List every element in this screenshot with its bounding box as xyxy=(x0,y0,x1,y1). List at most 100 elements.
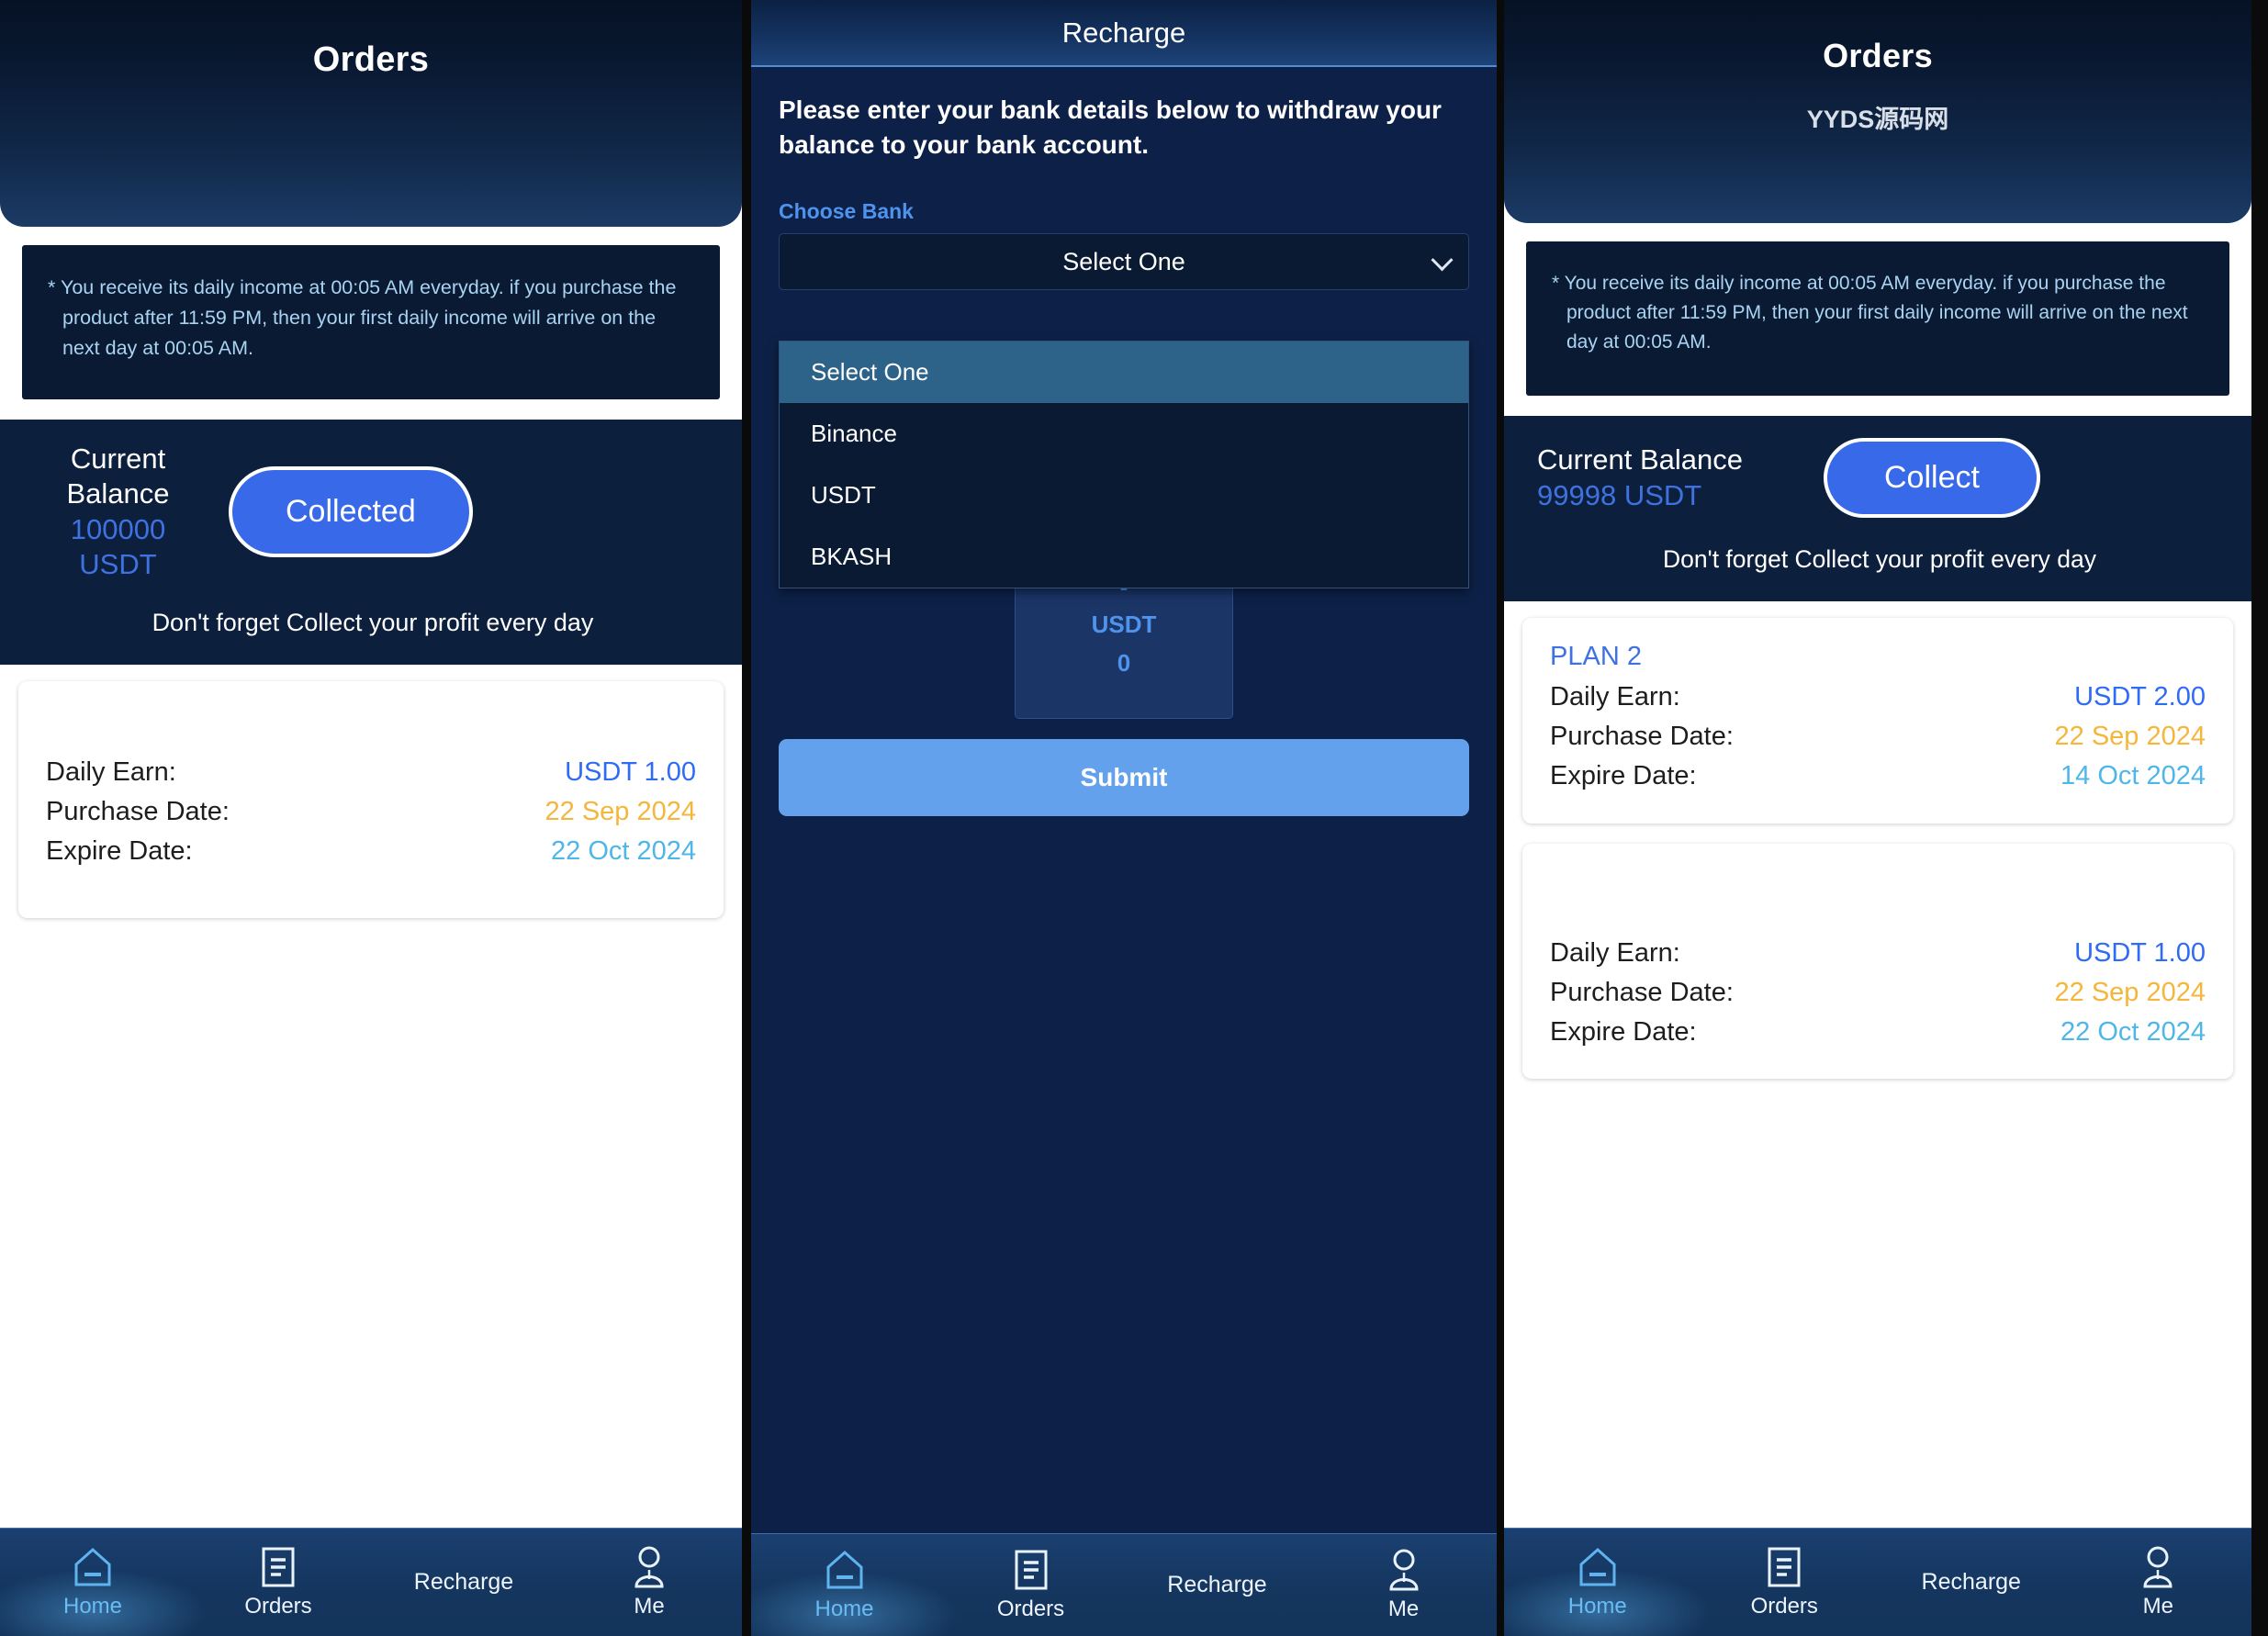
bank-select[interactable]: Select One xyxy=(779,233,1469,291)
plan-expire-date-value: 22 Oct 2024 xyxy=(2060,1016,2206,1047)
nav-label-home: Home xyxy=(62,1593,123,1619)
nav-label-me: Me xyxy=(2142,1593,2173,1619)
notice-area: * You receive its daily income at 00:05 … xyxy=(1504,223,2251,416)
bank-select-value: Select One xyxy=(1062,247,1185,275)
plan-purchase-date-label: Purchase Date: xyxy=(46,796,230,826)
nav-label-orders: Orders xyxy=(1750,1593,1818,1619)
amount-line-4: USDT xyxy=(1091,611,1157,639)
plan-card-list: PLAN 2 Daily Earn: USDT 2.00 Purchase Da… xyxy=(1504,601,2251,1528)
plan-title-placeholder xyxy=(1550,868,2206,934)
balance-label: Current Balance xyxy=(1537,443,1744,476)
nav-item-recharge[interactable]: Recharge xyxy=(1124,1572,1310,1598)
site-watermark: YYDS源码网 xyxy=(1806,106,1949,133)
page-title: Recharge xyxy=(1061,16,1186,49)
plan-purchase-date-row: Purchase Date: 22 Sep 2024 xyxy=(1550,717,2206,756)
plan-purchase-date-label: Purchase Date: xyxy=(1550,977,1734,1007)
collect-button[interactable]: Collect xyxy=(1824,438,2040,518)
nav-item-me[interactable]: Me xyxy=(556,1546,742,1619)
plan-expire-date-row: Expire Date: 14 Oct 2024 xyxy=(1550,756,2206,796)
recharge-header: Recharge xyxy=(751,0,1497,67)
chevron-down-icon xyxy=(1431,249,1454,272)
plan-expire-date-row: Expire Date: 22 Oct 2024 xyxy=(1550,1013,2206,1052)
bottom-navigation-bar: Home Orders Recharge Me xyxy=(0,1528,742,1636)
balance-row: Current Balance 99998 USDT Collect xyxy=(1537,438,2222,518)
nav-item-orders[interactable]: Orders xyxy=(938,1549,1124,1622)
plan-daily-earn-value: USDT 1.00 xyxy=(565,756,696,787)
dropdown-option-select-one[interactable]: Select One xyxy=(780,342,1468,403)
plan-expire-date-row: Expire Date: 22 Oct 2024 xyxy=(46,832,696,871)
nav-label-home: Home xyxy=(1567,1593,1627,1619)
nav-label-me: Me xyxy=(634,1593,665,1619)
notice-text: * You receive its daily income at 00:05 … xyxy=(1552,273,2188,353)
daily-income-notice: * You receive its daily income at 00:05 … xyxy=(22,245,720,399)
plan-purchase-date-label: Purchase Date: xyxy=(1550,721,1734,751)
plan-daily-earn-value: USDT 2.00 xyxy=(2074,682,2206,712)
plan-daily-earn-row: Daily Earn: USDT 1.00 xyxy=(46,753,696,792)
phone-panel-orders-left: Orders * You receive its daily income at… xyxy=(0,0,751,1636)
person-icon xyxy=(1386,1549,1422,1591)
three-phone-screenshots: Orders * You receive its daily income at… xyxy=(0,0,2268,1636)
plan-card-list: Daily Earn: USDT 1.00 Purchase Date: 22 … xyxy=(0,664,742,1528)
plan-expire-date-value: 14 Oct 2024 xyxy=(2060,760,2206,790)
nav-item-recharge[interactable]: Recharge xyxy=(371,1569,556,1596)
nav-label-recharge: Recharge xyxy=(1167,1572,1267,1597)
balance-amount: 99998 USDT xyxy=(1537,478,1702,511)
choose-bank-label: Choose Bank xyxy=(779,199,914,224)
home-icon xyxy=(73,1546,113,1588)
collect-button[interactable]: Collected xyxy=(229,466,473,558)
home-icon xyxy=(1577,1546,1618,1588)
balance-section: Current Balance 100000 USDT Collected Do… xyxy=(0,420,742,665)
plan-daily-earn-row: Daily Earn: USDT 2.00 xyxy=(1550,678,2206,717)
orders-header: Orders xyxy=(0,0,742,227)
submit-button[interactable]: Submit xyxy=(779,738,1469,816)
recharge-form: Please enter your bank details below to … xyxy=(751,67,1497,1533)
nav-label-recharge: Recharge xyxy=(413,1569,514,1595)
plan-expire-date-label: Expire Date: xyxy=(1550,1016,1697,1047)
plan-daily-earn-label: Daily Earn: xyxy=(1550,937,1680,968)
recharge-instructions: Please enter your bank details below to … xyxy=(779,95,1442,160)
nav-item-home[interactable]: Home xyxy=(1504,1546,1712,1636)
nav-label-orders: Orders xyxy=(244,1593,312,1619)
nav-item-recharge[interactable]: Recharge xyxy=(1878,1569,2065,1596)
plan-card[interactable]: PLAN 2 Daily Earn: USDT 2.00 Purchase Da… xyxy=(1522,618,2233,824)
home-icon xyxy=(825,1549,865,1591)
balance-row: Current Balance 100000 USDT Collected xyxy=(33,442,713,583)
bottom-navigation-bar: Home Orders Recharge Me xyxy=(1504,1528,2251,1636)
nav-label-orders: Orders xyxy=(996,1596,1065,1621)
balance-label: Current Balance xyxy=(66,443,170,510)
nav-label-recharge: Recharge xyxy=(1921,1569,2021,1595)
dropdown-option-binance[interactable]: Binance xyxy=(780,403,1468,465)
document-icon xyxy=(1767,1546,1802,1588)
document-icon xyxy=(1014,1549,1049,1591)
plan-purchase-date-row: Purchase Date: 22 Sep 2024 xyxy=(46,792,696,832)
notice-text: * You receive its daily income at 00:05 … xyxy=(48,276,677,359)
nav-item-home[interactable]: Home xyxy=(751,1549,960,1636)
plan-purchase-date-value: 22 Sep 2024 xyxy=(545,796,696,826)
plan-daily-earn-value: USDT 1.00 xyxy=(2074,937,2206,968)
plan-daily-earn-row: Daily Earn: USDT 1.00 xyxy=(1550,934,2206,973)
nav-item-me[interactable]: Me xyxy=(2065,1546,2252,1619)
nav-item-home[interactable]: Home xyxy=(0,1546,208,1636)
plan-expire-date-label: Expire Date: xyxy=(46,835,193,866)
bottom-navigation-bar: Home Orders Recharge Me xyxy=(751,1533,1497,1636)
nav-item-orders[interactable]: Orders xyxy=(185,1546,371,1619)
dropdown-option-usdt[interactable]: USDT xyxy=(780,465,1468,526)
plan-expire-date-label: Expire Date: xyxy=(1550,760,1697,790)
balance-footer-note: Don't forget Collect your profit every d… xyxy=(152,608,594,636)
plan-card[interactable]: Daily Earn: USDT 1.00 Purchase Date: 22 … xyxy=(18,680,724,919)
nav-item-me[interactable]: Me xyxy=(1310,1549,1497,1622)
plan-daily-earn-label: Daily Earn: xyxy=(1550,682,1680,712)
nav-label-home: Home xyxy=(814,1596,874,1621)
plan-purchase-date-value: 22 Sep 2024 xyxy=(2054,977,2206,1007)
plan-card[interactable]: Daily Earn: USDT 1.00 Purchase Date: 22 … xyxy=(1522,843,2233,1080)
bank-select-dropdown[interactable]: Select One Binance USDT BKASH xyxy=(779,341,1469,588)
nav-label-me: Me xyxy=(1387,1596,1420,1621)
nav-item-orders[interactable]: Orders xyxy=(1691,1546,1879,1619)
page-title: Orders xyxy=(312,40,430,79)
orders-header: Orders YYDS源码网 xyxy=(1504,0,2251,223)
dropdown-option-bkash[interactable]: BKASH xyxy=(780,526,1468,588)
plan-title: PLAN 2 xyxy=(1550,642,1642,671)
plan-daily-earn-label: Daily Earn: xyxy=(46,756,176,787)
daily-income-notice: * You receive its daily income at 00:05 … xyxy=(1526,241,2229,396)
balance-amount: 100000 USDT xyxy=(70,512,166,581)
